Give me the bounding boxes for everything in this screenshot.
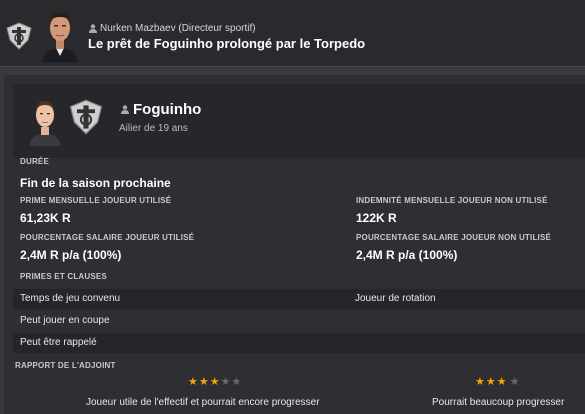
used-wage-value: 2,4M R p/a (100%) xyxy=(20,248,122,262)
clauses-label: PRIMES ET CLAUSES xyxy=(20,272,107,281)
used-fee-label: PRIME MENSUELLE JOUEUR UTILISÉ xyxy=(20,196,172,205)
star-icon: ★ xyxy=(509,376,521,388)
player-avatar[interactable] xyxy=(28,96,62,146)
clause-row: Peut être rappelé xyxy=(13,333,585,353)
potential-ability-stars: ★★★ ★ xyxy=(475,375,521,388)
torpedo-logo-icon xyxy=(6,22,32,50)
star-icon: ★ xyxy=(475,376,486,388)
person-icon xyxy=(121,105,129,114)
clause-row: Temps de jeu convenu Joueur de rotation xyxy=(13,289,585,309)
unused-wage-value: 2,4M R p/a (100%) xyxy=(356,248,458,262)
torpedo-club-icon xyxy=(69,99,103,135)
star-icon: ★ xyxy=(220,376,232,388)
clause-row: Peut jouer en coupe xyxy=(13,311,585,331)
player-position-age: Ailier de 19 ans xyxy=(119,123,188,134)
unused-fee-label: INDEMNITÉ MENSUELLE JOUEUR NON UTILISÉ xyxy=(356,196,548,205)
sender-name: Nurken Mazbaev (Directeur sportif) xyxy=(100,23,256,34)
star-icon: ★ xyxy=(485,376,497,388)
star-icon: ★ xyxy=(496,376,508,388)
message-header xyxy=(0,0,585,67)
clause-left: Peut être rappelé xyxy=(20,337,97,348)
sender-avatar[interactable] xyxy=(40,8,80,62)
star-icon: ★ xyxy=(209,376,221,388)
star-icon: ★ xyxy=(198,376,210,388)
person-icon xyxy=(89,24,97,33)
duration-label: DURÉE xyxy=(20,157,50,166)
clause-left: Temps de jeu convenu xyxy=(20,293,121,304)
used-fee-value: 61,23K R xyxy=(20,211,71,225)
player-name[interactable]: Foguinho xyxy=(133,101,201,118)
duration-value: Fin de la saison prochaine xyxy=(20,176,171,190)
message-headline: Le prêt de Foguinho prolongé par le Torp… xyxy=(88,36,366,51)
report-label: RAPPORT DE L'ADJOINT xyxy=(15,361,116,370)
star-icon: ★ xyxy=(188,376,199,388)
clause-right: Joueur de rotation xyxy=(355,293,436,304)
used-wage-label: POURCENTAGE SALAIRE JOUEUR UTILISÉ xyxy=(20,233,195,242)
unused-wage-label: POURCENTAGE SALAIRE JOUEUR NON UTILISÉ xyxy=(356,233,552,242)
current-ability-stars: ★★★★★ xyxy=(188,375,242,388)
potential-ability-text: Pourrait beaucoup progresser xyxy=(432,397,565,408)
current-ability-text: Joueur utile de l'effectif et pourrait e… xyxy=(86,397,320,408)
star-icon: ★ xyxy=(231,376,243,388)
clause-left: Peut jouer en coupe xyxy=(20,315,110,326)
message-sender[interactable]: Nurken Mazbaev (Directeur sportif) xyxy=(89,23,256,34)
unused-fee-value: 122K R xyxy=(356,211,397,225)
